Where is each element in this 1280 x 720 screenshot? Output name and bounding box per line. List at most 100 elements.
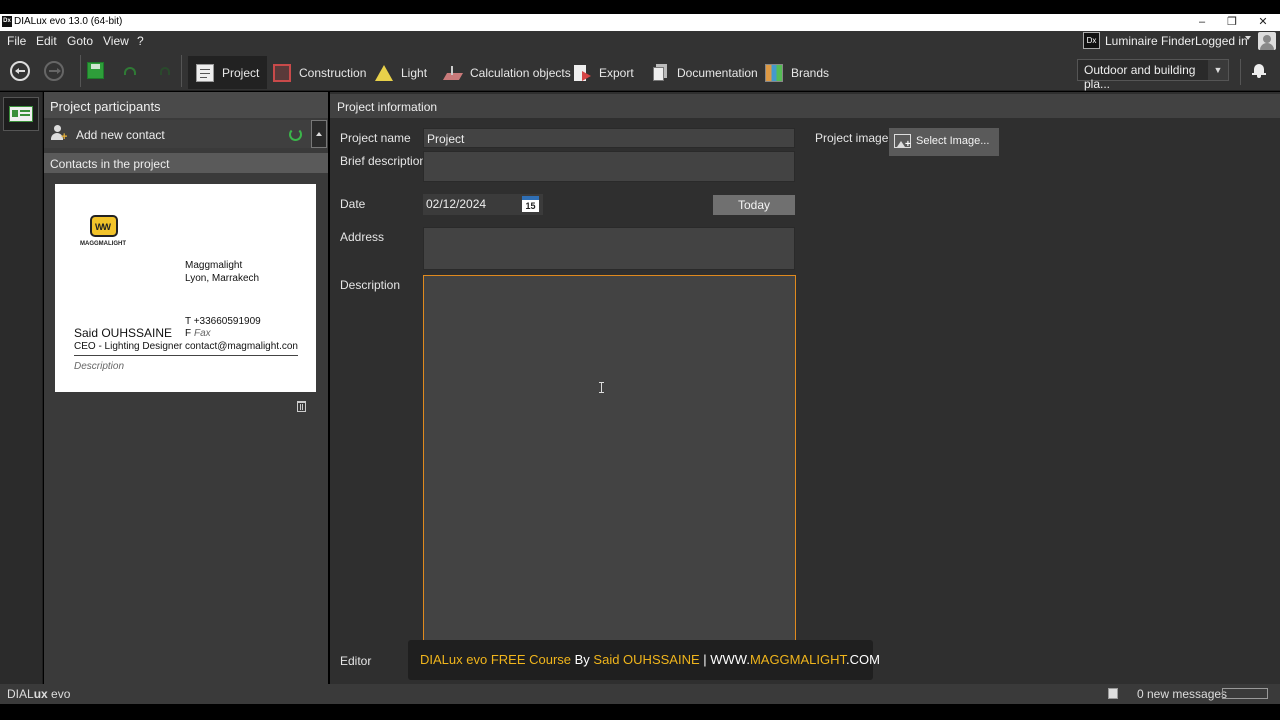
app-name-prefix: DIAL (7, 687, 34, 701)
brief-description-label: Brief description (340, 154, 427, 168)
save-icon[interactable] (87, 62, 104, 79)
address-field[interactable] (423, 227, 795, 270)
menu-help[interactable]: ? (137, 34, 144, 48)
light-icon (375, 64, 393, 81)
dx-logo-icon: Dx (1083, 32, 1100, 49)
tab-label: Export (599, 65, 634, 80)
tab-project[interactable]: Project (188, 56, 268, 89)
toolbar-divider (1240, 59, 1241, 85)
description-field[interactable] (423, 275, 796, 647)
avatar[interactable] (1258, 32, 1276, 50)
brands-icon (765, 63, 783, 82)
date-label: Date (340, 197, 366, 211)
logged-in-menu[interactable]: Logged in (1195, 34, 1248, 48)
tab-construction[interactable]: Construction (265, 56, 374, 89)
contact-card-icon[interactable] (3, 97, 39, 131)
select-image-label: Select Image... (916, 135, 990, 147)
add-image-icon: + (894, 134, 911, 150)
project-info-panel: Project information Project name Project… (330, 92, 1280, 684)
card-fax: Fax (194, 328, 211, 339)
card-company: Maggmalight (185, 260, 243, 271)
construction-icon (273, 63, 291, 82)
add-user-icon: + (51, 125, 67, 143)
menu-bar: File Edit Goto View ? Dx Luminaire Finde… (0, 31, 1280, 51)
course-watermark: DIALux evo FREE Course By Said OUHSSAINE… (408, 640, 880, 680)
bottom-border (0, 704, 1280, 720)
watermark-sep: | WWW. (699, 652, 750, 667)
address-label: Address (340, 230, 385, 244)
add-contact-row[interactable]: + Add new contact (44, 120, 328, 148)
restore-button[interactable]: ❐ (1217, 14, 1247, 31)
tab-export[interactable]: Export (565, 56, 642, 89)
luminaire-finder-link[interactable]: Luminaire Finder (1105, 34, 1195, 48)
company-logo-text: MAGGMALIGHT (80, 241, 126, 247)
card-role: CEO - Lighting Designer (74, 341, 183, 352)
tab-label: Project (222, 65, 260, 80)
watermark-author: Said OUHSSAINE (593, 652, 700, 667)
tab-label: Documentation (677, 65, 758, 80)
menu-goto[interactable]: Goto (67, 34, 93, 48)
progress-bar (1222, 688, 1268, 699)
forward-icon[interactable] (44, 61, 64, 81)
description-label: Description (340, 278, 401, 292)
card-name: Said OUHSSAINE (74, 326, 173, 340)
company-logo-icon: WW (90, 215, 118, 237)
tab-label: Brands (791, 65, 830, 80)
back-icon[interactable] (10, 61, 30, 81)
left-icon-column (0, 92, 43, 684)
text-cursor-icon (599, 382, 606, 393)
card-email: contact@magmalight.con (185, 341, 298, 352)
brief-description-field[interactable] (423, 151, 795, 182)
app-logo-icon: Dx (2, 16, 12, 27)
watermark-course: DIALux evo FREE Course (420, 652, 572, 667)
tab-label: Construction (299, 65, 367, 80)
calendar-icon[interactable]: 15 (522, 196, 539, 212)
refresh-icon[interactable] (289, 128, 302, 141)
project-name-label: Project name (340, 131, 411, 145)
today-button[interactable]: Today (713, 195, 795, 215)
project-image-label: Project image (815, 131, 889, 145)
title-bar: Dx DIALux evo 13.0 (64-bit) – ❐ ✕ (0, 14, 1280, 31)
menu-edit[interactable]: Edit (36, 34, 57, 48)
chevron-down-icon[interactable]: ▼ (1208, 60, 1228, 80)
chevron-down-icon[interactable] (1245, 36, 1251, 40)
window-title: DIALux evo 13.0 (64-bit) (14, 16, 123, 27)
scroll-up-button[interactable] (311, 120, 327, 148)
project-name-field[interactable]: Project (423, 128, 795, 148)
scene-select[interactable]: Outdoor and building pla... ▼ (1077, 59, 1229, 91)
date-value: 02/12/2024 (426, 197, 487, 211)
watermark-tld: .COM (846, 652, 880, 667)
menu-file[interactable]: File (7, 34, 26, 48)
close-button[interactable]: ✕ (1248, 14, 1278, 31)
redo-icon[interactable] (160, 65, 172, 75)
select-image-button[interactable]: + Select Image... (889, 128, 999, 156)
tab-documentation[interactable]: Documentation (643, 56, 766, 89)
card-location: Lyon, Marrakech (185, 273, 260, 284)
card-description: Description (74, 361, 125, 372)
add-contact-label[interactable]: Add new contact (76, 128, 165, 142)
participants-title: Project participants (44, 92, 328, 118)
status-app-name: DIALux evo (7, 687, 70, 701)
tab-label: Calculation objects (470, 65, 571, 80)
app-name-suffix: evo (47, 687, 71, 701)
menu-view[interactable]: View (103, 34, 129, 48)
participants-panel: Project participants + Add new contact C… (44, 92, 328, 684)
bell-icon[interactable] (1252, 64, 1266, 78)
status-bar: DIALux evo 0 new messages (0, 684, 1280, 704)
toolbar-divider (181, 55, 182, 87)
editor-label: Editor (340, 654, 372, 668)
contact-card[interactable]: WW MAGGMALIGHT Maggmalight Lyon, Marrake… (55, 184, 316, 392)
tab-calculation-objects[interactable]: Calculation objects (436, 56, 579, 89)
tab-label: Light (401, 65, 428, 80)
tab-light[interactable]: Light (367, 56, 435, 89)
toolbar-divider (80, 55, 81, 87)
card-divider (74, 355, 298, 356)
tab-brands[interactable]: Brands (757, 56, 837, 89)
card-phone: T +33660591909 (185, 316, 261, 327)
undo-icon[interactable] (121, 65, 137, 75)
watermark-site: MAGGMALIGHT (749, 652, 847, 667)
card-fax-prefix: F (185, 328, 192, 339)
messages-status[interactable]: 0 new messages (1137, 687, 1227, 701)
minimize-button[interactable]: – (1187, 14, 1217, 31)
trash-icon[interactable] (297, 401, 306, 412)
